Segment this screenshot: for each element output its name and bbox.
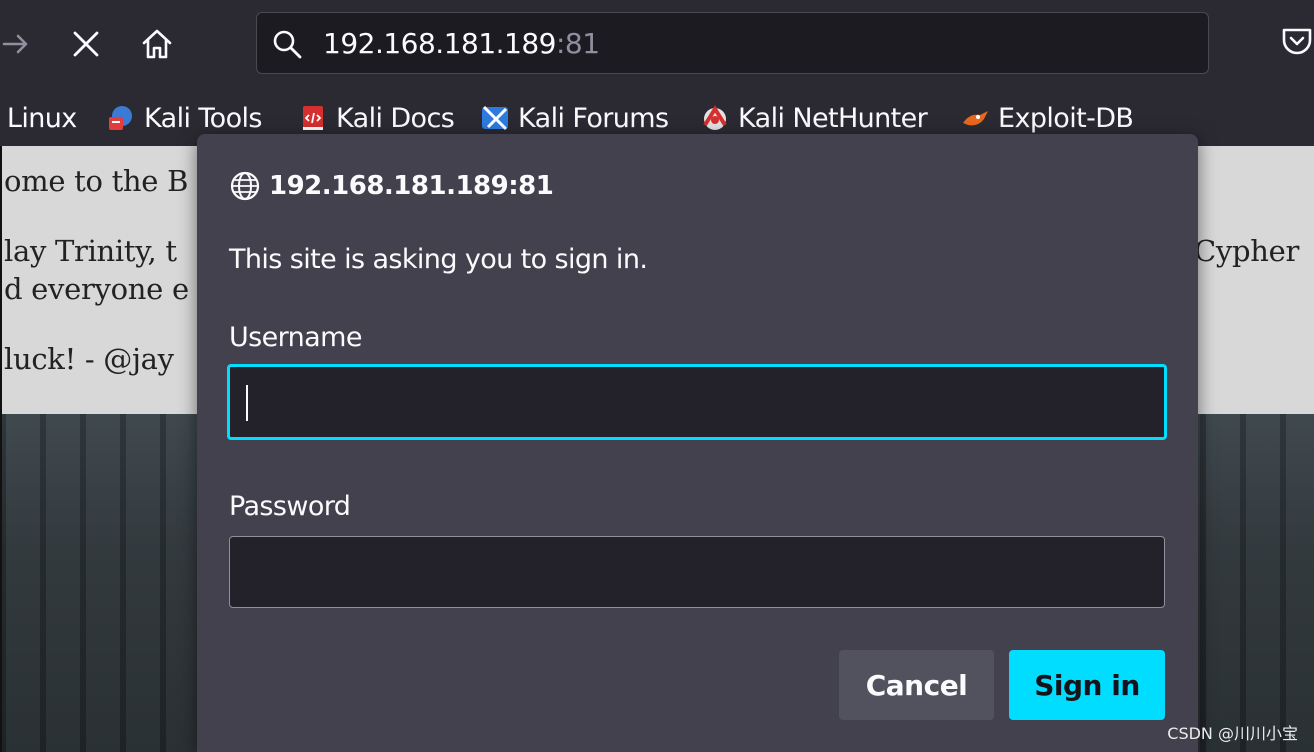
password-label: Password (229, 491, 351, 522)
dialog-message: This site is asking you to sign in. (229, 244, 648, 275)
bookmark-label: i Linux (0, 102, 77, 134)
dialog-origin-text: 192.168.181.189:81 (269, 171, 554, 201)
bookmark-kali-forums[interactable]: Kali Forums (480, 98, 669, 138)
bookmark-kali-linux[interactable]: i Linux (0, 98, 77, 138)
bookmark-label: Kali Tools (144, 102, 262, 134)
password-input[interactable] (229, 536, 1165, 608)
bookmark-label: Exploit-DB (998, 102, 1134, 134)
username-input[interactable] (227, 364, 1167, 440)
stop-button[interactable] (64, 22, 108, 66)
page-text-line: Cypher (1194, 234, 1300, 268)
search-icon (273, 30, 302, 59)
exploit-db-icon (963, 111, 988, 126)
pocket-icon (1282, 28, 1312, 55)
page-text-line: luck! - @jay (4, 342, 174, 376)
watermark: CSDN @川川小宝 (1167, 724, 1298, 743)
home-icon (142, 29, 172, 59)
bookmark-label: Kali Docs (336, 102, 455, 134)
window-edge (0, 146, 2, 752)
bookmark-label: Kali Forums (518, 102, 669, 134)
bookmark-kali-docs[interactable]: Kali Docs (298, 98, 455, 138)
globe-icon (230, 171, 260, 201)
dialog-origin: 192.168.181.189:81 (229, 170, 554, 202)
bookmark-kali-nethunter[interactable]: Kali NetHunter (700, 98, 928, 138)
sign-in-dialog: 192.168.181.189:81 This site is asking y… (197, 134, 1198, 752)
cancel-button[interactable]: Cancel (839, 650, 994, 720)
sign-in-button[interactable]: Sign in (1009, 650, 1165, 720)
home-button[interactable] (135, 22, 179, 66)
page-text-line: lay Trinity, t (4, 234, 177, 268)
bookmark-kali-tools[interactable]: Kali Tools (106, 98, 262, 138)
kali-nethunter-icon (703, 105, 727, 130)
text-cursor (246, 385, 248, 421)
forward-icon (2, 34, 28, 54)
kali-tools-icon (109, 106, 132, 130)
pocket-button[interactable] (1280, 24, 1314, 64)
url-host: 192.168.181.189 (323, 27, 556, 60)
bookmark-label: Kali NetHunter (738, 102, 928, 134)
page-text-line: d everyone e (4, 272, 189, 306)
url-port: :81 (555, 27, 600, 60)
page-text-line: ome to the B (4, 164, 189, 198)
stop-icon (73, 31, 99, 57)
kali-docs-icon (303, 106, 323, 130)
url-text[interactable]: 192.168.181.189:81 (323, 26, 600, 62)
kali-forums-icon (482, 105, 508, 131)
forward-button[interactable] (0, 22, 38, 66)
navigation-toolbar: 192.168.181.189:81 (0, 0, 1314, 90)
bookmark-exploit-db[interactable]: Exploit-DB (960, 98, 1134, 138)
url-bar[interactable]: 192.168.181.189:81 (256, 12, 1209, 74)
username-label: Username (229, 322, 362, 353)
